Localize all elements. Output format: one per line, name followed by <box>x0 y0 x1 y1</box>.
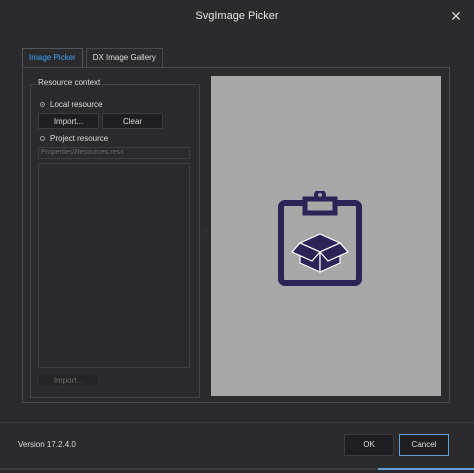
tab-image-picker[interactable]: Image Picker <box>22 48 83 67</box>
radio-unchecked-icon <box>40 136 45 141</box>
ok-button[interactable]: OK <box>344 434 394 456</box>
radio-checked-icon <box>40 102 45 107</box>
resource-path-field: Properties\Resources.resx <box>38 147 190 159</box>
splitter-handle[interactable]: ⋮ <box>202 228 210 242</box>
resource-context-label: Resource context <box>36 78 103 87</box>
project-resource-label: Project resource <box>50 134 109 143</box>
project-resource-list[interactable] <box>38 163 190 368</box>
local-resource-label: Local resource <box>50 100 103 109</box>
bottom-accent-bar <box>0 468 474 473</box>
tab-strip: Image Picker DX Image Gallery <box>22 48 163 68</box>
close-icon[interactable]: ✕ <box>446 6 466 26</box>
project-resource-radio[interactable]: Project resource <box>40 134 108 143</box>
project-import-button: Import... <box>38 373 99 387</box>
window-title: SvgImage Picker <box>195 10 279 22</box>
tab-dx-image-gallery[interactable]: DX Image Gallery <box>85 48 163 67</box>
version-label: Version 17.2.4.0 <box>18 440 76 449</box>
image-preview <box>211 76 441 396</box>
cancel-button[interactable]: Cancel <box>399 434 449 456</box>
import-button[interactable]: Import... <box>38 113 99 129</box>
footer-divider <box>0 422 474 423</box>
title-bar: SvgImage Picker ✕ <box>0 0 474 32</box>
clear-button[interactable]: Clear <box>102 113 163 129</box>
local-resource-radio[interactable]: Local resource <box>40 100 102 109</box>
clipboard-box-icon <box>278 191 362 286</box>
